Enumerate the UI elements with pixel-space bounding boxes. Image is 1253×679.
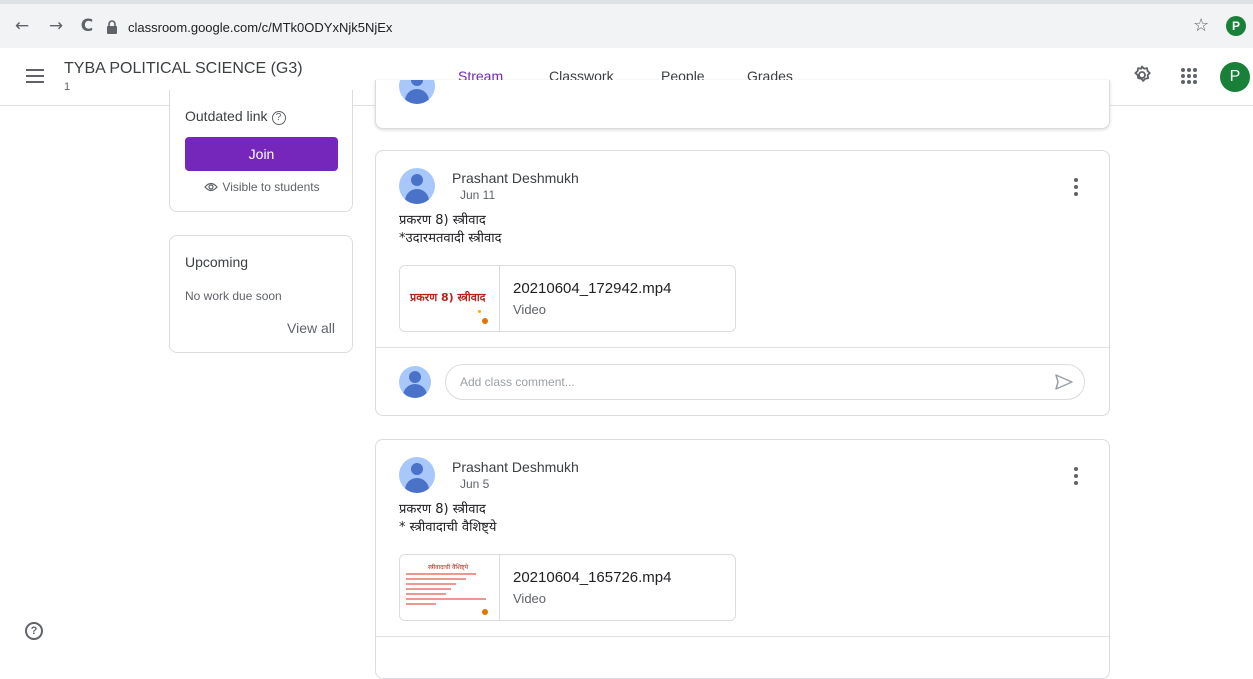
main-menu-icon[interactable] xyxy=(26,69,44,83)
account-avatar[interactable]: P xyxy=(1220,62,1250,92)
browser-profile-avatar[interactable]: P xyxy=(1226,16,1246,36)
divider xyxy=(376,636,1109,637)
video-thumbnail: स्त्रीवादाची वैशिष्ट्ये xyxy=(400,555,500,620)
post-body: प्रकरण 8) स्त्रीवाद *उदारमतवादी स्त्रीवा… xyxy=(399,213,502,246)
attachment-type: Video xyxy=(513,302,547,317)
outdated-link-label: Outdated link? xyxy=(185,108,286,125)
post-date: Jun 5 xyxy=(460,477,490,491)
meet-link-card: Outdated link? Join Visible to students xyxy=(169,90,353,212)
bookmark-star-icon[interactable]: ☆ xyxy=(1193,15,1209,36)
browser-toolbar: ← → C classroom.google.com/c/MTk0ODYxNjk… xyxy=(0,0,1253,48)
post-date: Jun 11 xyxy=(460,188,496,202)
stream-post: Prashant Deshmukh Jun 11 प्रकरण 8) स्त्र… xyxy=(375,150,1110,416)
upcoming-title: Upcoming xyxy=(185,254,249,270)
author-avatar xyxy=(399,457,435,493)
help-icon[interactable]: ? xyxy=(25,622,43,640)
more-options-icon[interactable] xyxy=(1068,178,1084,198)
video-attachment[interactable]: प्रकरण 8) स्त्रीवाद 20210604_172942.mp4 … xyxy=(399,265,736,332)
attachment-type: Video xyxy=(513,591,547,606)
join-button[interactable]: Join xyxy=(185,137,338,171)
view-all-link[interactable]: View all xyxy=(287,320,335,336)
video-thumbnail: प्रकरण 8) स्त्रीवाद xyxy=(400,266,500,331)
reload-icon[interactable]: C xyxy=(77,16,97,36)
commenter-avatar xyxy=(399,366,431,398)
eye-icon xyxy=(204,182,219,192)
divider xyxy=(376,347,1109,348)
upcoming-empty-text: No work due soon xyxy=(185,289,282,303)
visibility-status: Visible to students xyxy=(170,180,354,194)
back-arrow-icon[interactable]: ← xyxy=(12,16,32,36)
apps-grid-icon[interactable] xyxy=(1177,64,1201,88)
forward-arrow-icon[interactable]: → xyxy=(46,16,66,36)
previous-post-card xyxy=(375,80,1110,129)
video-attachment[interactable]: स्त्रीवादाची वैशिष्ट्ये 20210604_165726.… xyxy=(399,554,736,621)
class-comment-input[interactable]: Add class comment... xyxy=(445,364,1085,400)
attachment-filename: 20210604_165726.mp4 xyxy=(513,569,672,586)
more-options-icon[interactable] xyxy=(1068,467,1084,487)
class-title[interactable]: TYBA POLITICAL SCIENCE (G3) xyxy=(64,60,303,78)
stream-post: Prashant Deshmukh Jun 5 प्रकरण 8) स्त्री… xyxy=(375,439,1110,679)
post-author: Prashant Deshmukh xyxy=(452,459,579,475)
address-bar[interactable]: classroom.google.com/c/MTk0ODYxNjk5NjEx xyxy=(106,16,1196,38)
class-section: 1 xyxy=(64,81,71,93)
post-author: Prashant Deshmukh xyxy=(452,170,579,186)
settings-gear-icon[interactable] xyxy=(1130,64,1154,88)
url-text: classroom.google.com/c/MTk0ODYxNjk5NjEx xyxy=(128,19,393,35)
attachment-filename: 20210604_172942.mp4 xyxy=(513,280,672,297)
upcoming-card: Upcoming No work due soon View all xyxy=(169,235,353,353)
post-body: प्रकरण 8) स्त्रीवाद * स्त्रीवादाची वैशिष… xyxy=(399,502,497,535)
help-icon[interactable]: ? xyxy=(271,111,286,125)
lock-icon xyxy=(107,20,117,34)
send-icon[interactable] xyxy=(1054,373,1074,391)
author-avatar xyxy=(399,168,435,204)
